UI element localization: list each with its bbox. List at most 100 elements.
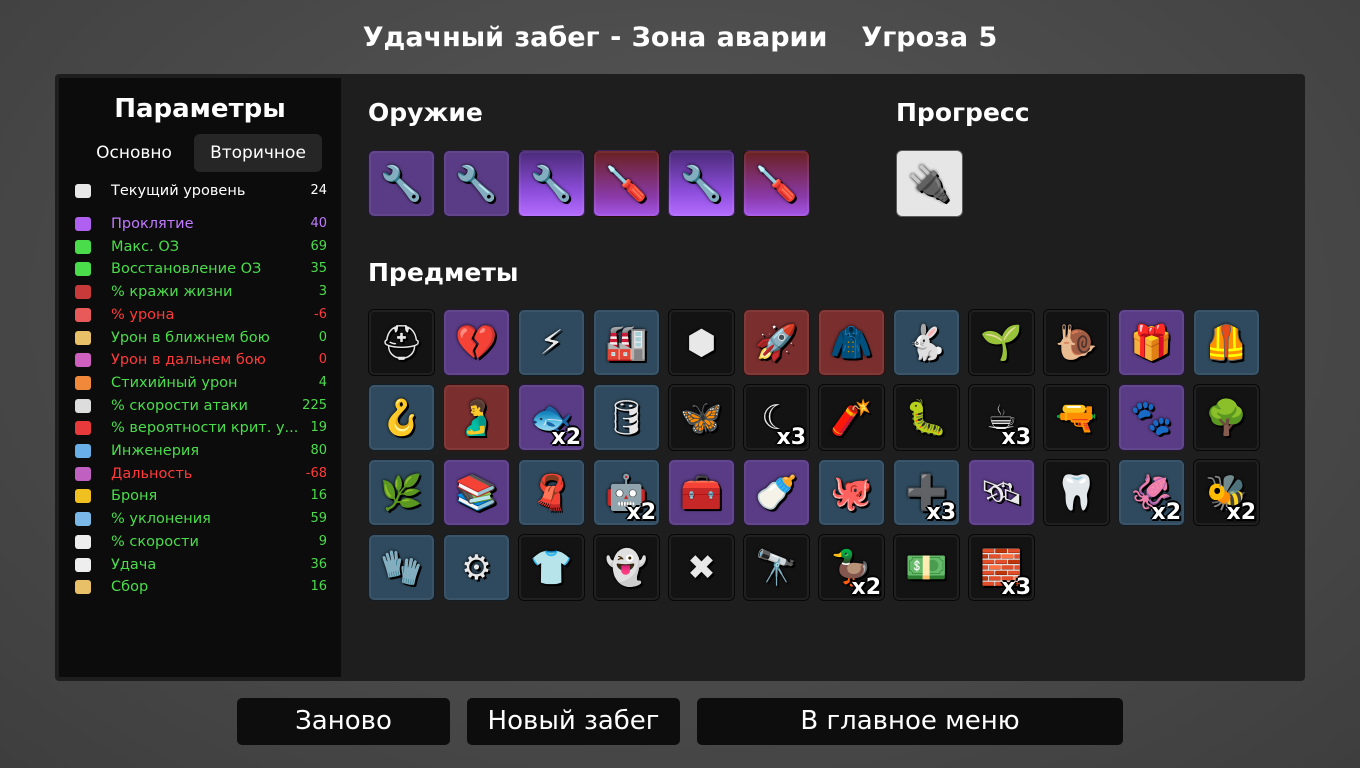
tardigrade-icon[interactable]: 🐾 <box>1118 384 1185 451</box>
baby-bottle-glyph: 🍼 <box>755 472 798 513</box>
item-quantity: x2 <box>626 500 657 525</box>
rabbit-icon[interactable]: 🐇 <box>893 309 960 376</box>
stat-value: 19 <box>310 420 327 436</box>
sprout-glyph: 🌱 <box>980 322 1023 363</box>
tab-primary[interactable]: Основно <box>79 134 189 172</box>
tree-icon[interactable]: 🌳 <box>1193 384 1260 451</box>
stat-row: % урона -6 <box>75 304 327 326</box>
stat-value: 16 <box>310 488 327 504</box>
gift-box-icon[interactable]: 🎁 <box>1118 309 1185 376</box>
snail-glyph: 🐌 <box>1055 322 1098 363</box>
stat-label: Дальность <box>111 465 193 482</box>
stat-value: 16 <box>310 579 327 595</box>
turret-icon[interactable]: 🤖 x2 <box>593 459 660 526</box>
stomach-icon[interactable]: 🫃 <box>443 384 510 451</box>
stat-row: Урон в ближнем бою 0 <box>75 327 327 349</box>
frozen-heart-glyph: 💔 <box>455 322 498 363</box>
tentacle-icon[interactable]: 🦑 x2 <box>1118 459 1185 526</box>
ghost-icon[interactable]: 👻 <box>593 534 660 601</box>
lifesteal-fangs-icon <box>75 285 91 300</box>
healing-turret-icon[interactable]: ➕ x3 <box>893 459 960 526</box>
stat-value: 0 <box>318 352 327 368</box>
book-stack-icon[interactable]: 📚 <box>443 459 510 526</box>
stat-row: Инженерия 80 <box>75 440 327 462</box>
item-quantity: x2 <box>1226 500 1257 525</box>
gift-box-glyph: 🎁 <box>1130 322 1173 363</box>
barbed-wire-icon[interactable]: ✖ <box>668 534 735 601</box>
stat-row: Текущий уровень 24 <box>75 180 327 202</box>
crescent-blade-icon[interactable]: ☾ x3 <box>743 384 810 451</box>
black-rock-icon[interactable]: ⬢ <box>668 309 735 376</box>
stat-label: % скорости <box>111 533 199 550</box>
stat-value: 9 <box>318 533 327 549</box>
bullet-icon[interactable]: 🔫 <box>1043 384 1110 451</box>
fishing-hook-icon[interactable]: 🪝 <box>368 384 435 451</box>
wrench-icon[interactable]: 🔧 <box>668 150 735 217</box>
bandana-icon[interactable]: 🧣 <box>518 459 585 526</box>
garden-bed-icon[interactable]: 🌿 <box>368 459 435 526</box>
wrench-icon[interactable]: 🔧 <box>368 150 435 217</box>
baby-bottle-icon[interactable]: 🍼 <box>743 459 810 526</box>
scarf-icon[interactable]: 🧤 <box>368 534 435 601</box>
goldfish-icon[interactable]: 🐟 x2 <box>518 384 585 451</box>
spark-plug-icon[interactable]: 🔌 <box>896 150 963 217</box>
stat-label: % уклонения <box>111 511 211 528</box>
ranged-bow-icon <box>75 353 91 368</box>
frozen-heart-icon[interactable]: 💔 <box>443 309 510 376</box>
coffee-cup-icon[interactable]: ☕ x3 <box>968 384 1035 451</box>
item-quantity: x3 <box>926 500 957 525</box>
octopus-icon[interactable]: 🐙 <box>818 459 885 526</box>
leather-vest-icon[interactable]: 🦺 <box>1193 309 1260 376</box>
rubber-duck-icon[interactable]: 🦆 x2 <box>818 534 885 601</box>
item-quantity: x3 <box>1001 425 1032 450</box>
octopus-glyph: 🐙 <box>830 472 873 513</box>
factory-icon[interactable]: 🏭 <box>593 309 660 376</box>
lightning-claw-icon[interactable]: ⚡ <box>518 309 585 376</box>
banknote-icon[interactable]: 💵 <box>893 534 960 601</box>
armor-shield-icon <box>75 489 91 504</box>
leech-icon[interactable]: 🐛 <box>893 384 960 451</box>
stat-row: Дальность -68 <box>75 463 327 485</box>
new-run-button[interactable]: Новый забег <box>467 698 680 745</box>
broken-tooth-icon[interactable]: 🦷 <box>1043 459 1110 526</box>
wrench-icon[interactable]: 🔧 <box>518 150 585 217</box>
wrench-icon[interactable]: 🔧 <box>443 150 510 217</box>
stat-row: % скорости 9 <box>75 531 327 553</box>
leather-vest-glyph: 🦺 <box>1205 322 1248 363</box>
stat-row: Урон в дальнем бою 0 <box>75 349 327 371</box>
item-quantity: x2 <box>551 425 582 450</box>
barrel-icon[interactable]: 🛢 <box>593 384 660 451</box>
tripod-turret-icon[interactable]: 🛰 <box>968 459 1035 526</box>
stats-title: Параметры <box>114 94 286 124</box>
stat-label: Макс. ОЗ <box>111 238 180 255</box>
toolbox-icon[interactable]: 🧰 <box>668 459 735 526</box>
gear-glyph: ⚙ <box>461 547 492 588</box>
factory-glyph: 🏭 <box>605 322 648 363</box>
bee-icon[interactable]: 🐝 x2 <box>1193 459 1260 526</box>
range-waves-icon <box>75 466 91 481</box>
tab-secondary[interactable]: Вторичное <box>194 134 322 172</box>
sprout-icon[interactable]: 🌱 <box>968 309 1035 376</box>
restart-button[interactable]: Заново <box>237 698 450 745</box>
rockets-icon[interactable]: 🚀 <box>743 309 810 376</box>
red-hoodie-icon[interactable]: 🧥 <box>818 309 885 376</box>
stat-row: % кражи жизни 3 <box>75 281 327 303</box>
stat-value: 225 <box>302 397 327 413</box>
gear-icon[interactable]: ⚙ <box>443 534 510 601</box>
tree-glyph: 🌳 <box>1205 397 1248 438</box>
stat-value: 59 <box>310 511 327 527</box>
main-menu-button[interactable]: В главное меню <box>697 698 1123 745</box>
small-turret-icon[interactable]: 🔭 <box>743 534 810 601</box>
stat-label: % вероятности крит. у... <box>111 420 299 437</box>
dynamite-icon[interactable]: 🧨 <box>818 384 885 451</box>
knight-helmet-icon[interactable]: ⛑ <box>368 309 435 376</box>
snail-icon[interactable]: 🐌 <box>1043 309 1110 376</box>
stat-label: Восстановление ОЗ <box>111 261 262 278</box>
screwdriver-icon[interactable]: 🪛 <box>743 150 810 217</box>
metal-bar-icon[interactable]: 🧱 x3 <box>968 534 1035 601</box>
dynamite-glyph: 🧨 <box>830 397 873 438</box>
plaid-shirt-icon[interactable]: 👕 <box>518 534 585 601</box>
screwdriver-icon[interactable]: 🪛 <box>593 150 660 217</box>
stat-label: Стихийный урон <box>111 374 238 391</box>
butterfly-icon[interactable]: 🦋 <box>668 384 735 451</box>
